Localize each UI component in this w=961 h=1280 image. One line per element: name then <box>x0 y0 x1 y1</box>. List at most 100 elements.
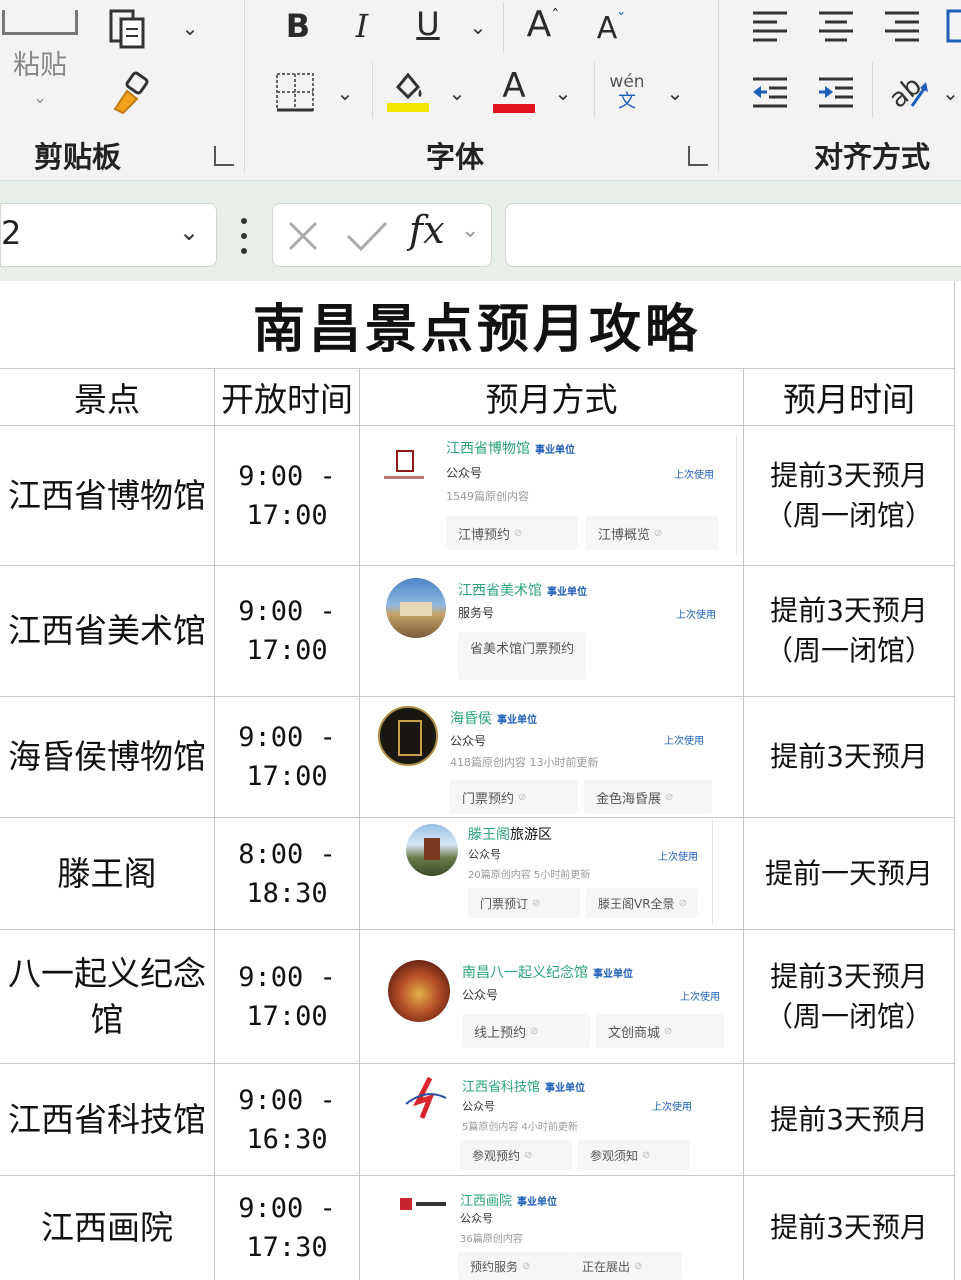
link-icon: ⊘ <box>642 1149 651 1161</box>
enter-icon[interactable] <box>345 220 389 252</box>
mini-program-button[interactable]: 预约服务 ⊘ <box>458 1252 570 1280</box>
account-card[interactable]: 滕王阁旅游区 公众号 20篇原创内容 5小时前更新 上次使用 门票预订 ⊘ 滕王阁… <box>400 820 716 926</box>
mini-program-button[interactable]: 线上预约 ⊘ <box>462 1014 590 1048</box>
paste-button[interactable]: 粘贴 ⌄ <box>0 0 80 120</box>
mini-program-button[interactable]: 滕王阁VR全景 ⊘ <box>586 888 698 918</box>
account-card[interactable]: 江西省科技馆 事业单位 公众号 5篇原创内容 4小时前更新 上次使用 参观预约 ⊘ … <box>398 1068 738 1172</box>
orientation-button[interactable]: ab <box>886 70 932 114</box>
attraction-cell[interactable]: 江西省博物馆 <box>0 426 214 565</box>
mini-program-button[interactable]: 参观预约 ⊘ <box>460 1140 572 1170</box>
booking-time-cell[interactable]: 提前3天预月 <box>744 1064 954 1175</box>
close-time: 17:00 <box>246 1000 328 1032</box>
phonetic-dropdown[interactable]: ⌄ <box>662 80 688 106</box>
borders-button[interactable] <box>272 70 318 114</box>
chevron-down-icon[interactable]: ⌄ <box>179 218 199 246</box>
hours-cell[interactable]: 9:00 - 17:00 <box>215 697 359 817</box>
booking-time-cell[interactable]: 提前3天预月 （周一闭馆） <box>744 426 954 565</box>
formula-controls: fx ⌄ <box>272 203 492 267</box>
attraction-cell[interactable]: 江西画院 <box>0 1176 214 1280</box>
account-type: 公众号 <box>462 1100 495 1113</box>
attraction-cell[interactable]: 滕王阁 <box>0 818 214 929</box>
account-stats: 20篇原创内容 5小时前更新 <box>468 870 591 881</box>
mini-program-button[interactable]: 江博预约 ⊘ <box>446 516 578 550</box>
account-card[interactable]: 南昌八一起义纪念馆 事业单位 公众号 上次使用 线上预约 ⊘ 文创商城 ⊘ <box>386 952 738 1056</box>
formula-input[interactable] <box>505 203 961 267</box>
booking-time-cell[interactable]: 提前3天预月 （周一闭馆） <box>744 930 954 1063</box>
mini-program-button[interactable]: 正在展出 ⊘ <box>570 1252 682 1280</box>
attraction-cell[interactable]: 海昏侯博物馆 <box>0 697 214 817</box>
underline-dropdown[interactable]: ⌄ <box>465 14 491 40</box>
borders-dropdown[interactable]: ⌄ <box>332 80 358 106</box>
booking-time-cell[interactable]: 提前3天预月 （周一闭馆） <box>744 566 954 696</box>
chevron-down-icon[interactable]: ⌄ <box>461 218 479 243</box>
hours-cell[interactable]: 9:00 - 16:30 <box>215 1064 359 1175</box>
hours-cell[interactable]: 9:00 - 17:00 <box>215 426 359 565</box>
decrease-indent-icon <box>753 77 787 108</box>
bold-button[interactable]: B <box>278 4 318 48</box>
mini-program-button[interactable]: 江博概览 ⊘ <box>586 516 718 550</box>
mini-program-button[interactable]: 门票预约 ⊘ <box>450 780 578 814</box>
booking-time-cell[interactable]: 提前一天预月 <box>744 818 954 929</box>
phonetic-button[interactable]: wén 文 <box>604 70 650 116</box>
open-time: 8:00 - <box>238 838 336 870</box>
mini-program-button[interactable]: 文创商城 ⊘ <box>596 1014 724 1048</box>
copy-dropdown[interactable]: ⌄ <box>176 14 204 42</box>
font-launcher-icon[interactable] <box>688 146 708 166</box>
account-card[interactable]: 江西省博物馆 事业单位 公众号 1549篇原创内容 上次使用 江博预约 ⊘ 江博概览… <box>380 430 738 560</box>
mini-program-button[interactable]: 门票预订 ⊘ <box>468 888 580 918</box>
header-cell-time[interactable]: 预月时间 <box>744 369 954 425</box>
header-cell-attraction[interactable]: 景点 <box>0 369 214 425</box>
account-stats: 5篇原创内容 4小时前更新 <box>462 1122 578 1133</box>
orientation-dropdown[interactable]: ⌄ <box>940 80 961 106</box>
booking-time-cell[interactable]: 提前3天预月 <box>744 697 954 817</box>
header-cell-hours[interactable]: 开放时间 <box>215 369 359 425</box>
fill-color-dropdown[interactable]: ⌄ <box>444 80 470 106</box>
account-card[interactable]: 江西省美术馆 事业单位 服务号 上次使用 省美术馆门票预约 <box>380 572 738 690</box>
open-time: 9:00 - <box>238 722 336 753</box>
align-right-button[interactable] <box>880 6 924 46</box>
account-type: 公众号 <box>468 848 501 861</box>
name-box-value: 2 <box>1 214 22 252</box>
decrease-indent-button[interactable] <box>748 72 792 112</box>
museum-logo <box>378 706 438 766</box>
cancel-icon[interactable] <box>287 220 319 252</box>
name-box[interactable]: 2 ⌄ <box>0 203 217 267</box>
booking-time-cell[interactable]: 提前3天预月 <box>744 1176 954 1280</box>
sheet-title[interactable]: 南昌景点预月攻略 <box>0 281 954 368</box>
mini-program-button[interactable]: 金色海昏展 ⊘ <box>584 780 712 814</box>
attraction-cell[interactable]: 江西省美术馆 <box>0 566 214 696</box>
attraction-cell[interactable]: 八一起义纪念馆 <box>0 930 214 1063</box>
account-card[interactable]: 江西画院 事业单位 公众号 36篇原创内容 预约服务 ⊘ 正在展出 ⊘ <box>398 1182 738 1280</box>
last-used-label: 上次使用 <box>658 852 698 863</box>
mini-program-button[interactable]: 省美术馆门票预约 <box>458 632 586 680</box>
account-type: 公众号 <box>460 1212 493 1225</box>
header-cell-method[interactable]: 预月方式 <box>360 369 743 425</box>
closed-day-note: （周一闭馆） <box>764 498 933 532</box>
attraction-cell[interactable]: 江西省科技馆 <box>0 1064 214 1175</box>
fill-color-button[interactable] <box>384 66 432 116</box>
format-painter-button[interactable] <box>106 68 156 118</box>
font-color-dropdown[interactable]: ⌄ <box>550 80 576 106</box>
grow-font-button[interactable]: Aˆ <box>520 0 566 48</box>
wrap-text-button[interactable] <box>944 6 961 46</box>
more-options-icon[interactable] <box>238 218 250 254</box>
mini-program-button[interactable]: 参观须知 ⊘ <box>578 1140 690 1170</box>
hours-cell[interactable]: 9:00 - 17:00 <box>215 930 359 1063</box>
hours-cell[interactable]: 9:00 - 17:30 <box>215 1176 359 1280</box>
align-center-button[interactable] <box>814 6 858 46</box>
hours-cell[interactable]: 8:00 - 18:30 <box>215 818 359 929</box>
account-card[interactable]: 海昏侯 事业单位 公众号 418篇原创内容 13小时前更新 上次使用 门票预约 ⊘ … <box>376 702 738 814</box>
insert-function-button[interactable]: fx <box>409 208 445 252</box>
hours-cell[interactable]: 9:00 - 17:00 <box>215 566 359 696</box>
shrink-font-button[interactable]: Aˇ <box>590 6 632 50</box>
italic-button[interactable]: I <box>342 4 382 48</box>
card-divider <box>736 434 737 554</box>
copy-button[interactable] <box>104 4 154 52</box>
underline-button[interactable]: U <box>408 2 448 46</box>
increase-indent-button[interactable] <box>814 72 858 112</box>
clipboard-launcher-icon[interactable] <box>214 146 234 166</box>
wrap-text-icon <box>946 9 961 43</box>
align-left-button[interactable] <box>748 6 792 46</box>
font-color-button[interactable]: A <box>490 64 538 116</box>
copy-icon <box>109 9 145 49</box>
